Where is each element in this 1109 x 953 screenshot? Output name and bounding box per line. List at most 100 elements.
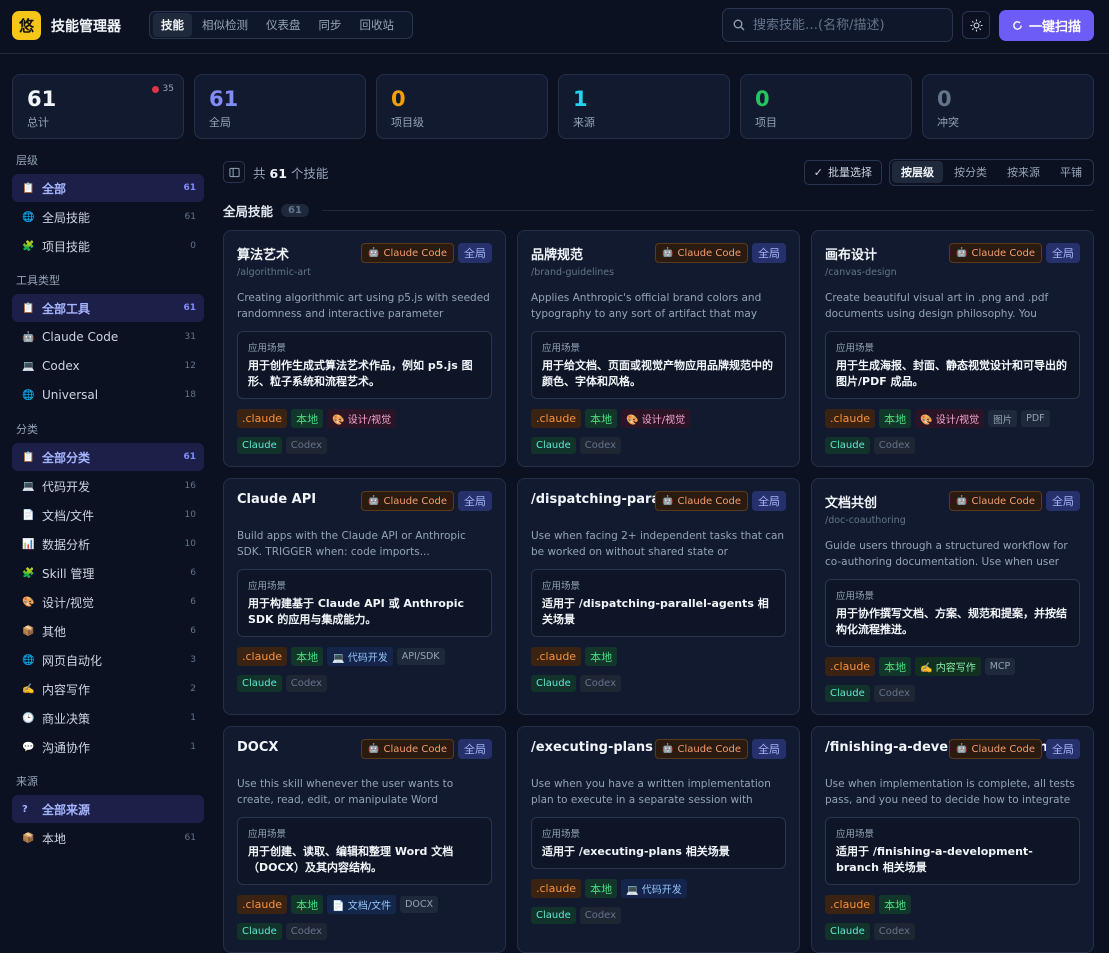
use-case-text: 用于创作生成式算法艺术作品，例如 p5.js 图形、粒子系统和流程艺术。 <box>248 359 473 388</box>
group-option[interactable]: 按来源 <box>998 161 1049 183</box>
use-case-header: 应用场景 <box>836 829 875 840</box>
sidebar-item[interactable]: 🌐 Universal 18 <box>12 381 204 409</box>
tag-row: .claude 本地 💻 代码开发 <box>531 879 786 898</box>
use-case-text: 用于创建、读取、编辑和整理 Word 文档（DOCX）及其内容结构。 <box>248 845 454 874</box>
nav-tab[interactable]: 同步 <box>311 13 350 37</box>
skill-card[interactable]: /finishing-a-development-branch 🤖 Claude C… <box>811 726 1094 953</box>
use-case-header: 应用场景 <box>248 581 287 592</box>
sidebar-item[interactable]: 💻 代码开发 16 <box>12 472 204 500</box>
skill-card[interactable]: 画布设计/canvas-design 🤖 Claude Code 全局 Create b… <box>811 230 1094 467</box>
skill-card[interactable]: DOCX 🤖 Claude Code 全局 Use this skill wheneve… <box>223 726 506 953</box>
sidebar-item-count: 61 <box>184 833 196 843</box>
sidebar-item[interactable]: 🧩 项目技能 0 <box>12 232 204 260</box>
tool-codex-chip: Codex <box>579 675 622 692</box>
tag-code: 💻 代码开发 <box>621 879 687 898</box>
sidebar-item-label: Universal <box>42 388 99 402</box>
tool-compat-row: Claude Codex <box>825 437 1080 466</box>
sidebar-item[interactable]: ? 全部来源 <box>12 795 204 823</box>
group-option[interactable]: 按分类 <box>945 161 996 183</box>
stat-value: 0 <box>755 87 770 111</box>
scan-button[interactable]: 一键扫描 <box>999 10 1094 41</box>
sidebar-item-icon: 💻 <box>22 480 35 492</box>
stat-card: 0 冲突 <box>922 74 1094 139</box>
use-case-box: 应用场景 适用于 /finishing-a-development-branch … <box>825 817 1080 885</box>
sidebar-item[interactable]: 📋 全部分类 61 <box>12 443 204 471</box>
card-slug: /canvas-design <box>825 267 897 278</box>
tool-codex-chip: Codex <box>285 437 328 454</box>
sidebar-item-label: 全部工具 <box>42 301 91 316</box>
tag-claude: .claude <box>237 409 288 428</box>
skill-card[interactable]: Claude API 🤖 Claude Code 全局 Build apps with … <box>223 478 506 715</box>
sidebar-item[interactable]: 🌐 全局技能 61 <box>12 203 204 231</box>
sidebar-item-icon: 🌐 <box>22 211 35 223</box>
sidebar-item[interactable]: 🤖 Claude Code 31 <box>12 323 204 351</box>
group-option[interactable]: 按层级 <box>892 161 943 183</box>
stat-value: 0 <box>937 87 952 111</box>
robot-icon: 🤖 <box>368 744 380 754</box>
sidebar-item[interactable]: 📄 文档/文件 10 <box>12 501 204 529</box>
use-case-text: 用于协作撰写文档、方案、规范和提案，并按结构化流程推进。 <box>836 607 1067 636</box>
sidebar-item[interactable]: 📊 数据分析 10 <box>12 530 204 558</box>
skill-count: 共 61 个技能 <box>253 163 328 182</box>
skill-card[interactable]: 文档共创/doc-coauthoring 🤖 Claude Code 全局 Guide … <box>811 478 1094 715</box>
sidebar-item-label: 全部来源 <box>42 802 91 817</box>
sidebar-item[interactable]: 🧩 Skill 管理 6 <box>12 559 204 587</box>
section-header: 全局技能 61 <box>223 200 1094 220</box>
tag-local: 本地 <box>879 409 912 428</box>
scope-badge: 全局 <box>458 739 492 759</box>
collapse-sidebar-button[interactable] <box>223 161 245 183</box>
use-case-box: 应用场景 适用于 /executing-plans 相关场景 <box>531 817 786 869</box>
stat-label: 总计 <box>27 116 49 129</box>
source-badge: 🤖 Claude Code <box>361 491 454 511</box>
sidebar-item[interactable]: 🌐 网页自动化 3 <box>12 646 204 674</box>
sidebar-item[interactable]: 📋 全部工具 61 <box>12 294 204 322</box>
scope-badge: 全局 <box>1046 243 1080 263</box>
skill-card[interactable]: 品牌规范/brand-guidelines 🤖 Claude Code 全局 Appli… <box>517 230 800 467</box>
tool-codex-chip: Codex <box>873 923 916 940</box>
source-badge: 🤖 Claude Code <box>949 243 1042 263</box>
skill-card[interactable]: /dispatching-parallel-agents 🤖 Claude Code… <box>517 478 800 715</box>
skill-card[interactable]: 算法艺术/algorithmic-art 🤖 Claude Code 全局 Creati… <box>223 230 506 467</box>
sidebar-item-count: 1 <box>190 742 196 752</box>
stat-value: 0 <box>391 87 406 111</box>
sidebar-item-icon: 📊 <box>22 538 35 550</box>
nav-tab[interactable]: 相似检测 <box>194 13 256 37</box>
nav-tab[interactable]: 技能 <box>153 13 192 37</box>
source-badge: 🤖 Claude Code <box>655 739 748 759</box>
source-badge-label: Claude Code <box>383 495 447 507</box>
use-case-text: 适用于 /dispatching-parallel-agents 相关场景 <box>542 597 769 626</box>
app-title: 技能管理器 <box>51 19 121 35</box>
sidebar-item-label: 商业决策 <box>42 711 91 726</box>
sidebar-item[interactable]: ✍️ 内容写作 2 <box>12 675 204 703</box>
search-input[interactable] <box>753 17 943 33</box>
nav-tab[interactable]: 仪表盘 <box>258 13 309 37</box>
sidebar-item[interactable]: 🕒 商业决策 1 <box>12 704 204 732</box>
tool-compat-row: Claude Codex <box>237 923 492 952</box>
sidebar-item-count: 0 <box>190 241 196 251</box>
sidebar-group: 📋 全部分类 61 💻 代码开发 16 📄 文档/文件 10 📊 数据分析 10 🧩 Skill 管理 6 🎨… <box>12 443 204 761</box>
tag-claude: .claude <box>531 647 582 666</box>
sidebar-item[interactable]: 🎨 设计/视觉 6 <box>12 588 204 616</box>
sidebar-item-icon: 💬 <box>22 741 35 753</box>
stat-card: 61 总计 35 <box>12 74 184 139</box>
sidebar-item[interactable]: 📋 全部 61 <box>12 174 204 202</box>
sidebar-group: 📋 全部 61 🌐 全局技能 61 🧩 项目技能 0 <box>12 174 204 260</box>
theme-toggle-button[interactable] <box>962 11 990 39</box>
use-case-text: 用于构建基于 Claude API 或 Anthropic SDK 的应用与集成… <box>248 597 464 626</box>
sidebar-item[interactable]: 💻 Codex 12 <box>12 352 204 380</box>
section-title: 全局技能 <box>223 203 274 219</box>
sidebar-item-label: Codex <box>42 359 80 373</box>
sidebar-item-label: Claude Code <box>42 330 119 344</box>
use-case-header: 应用场景 <box>542 343 581 354</box>
sidebar-item[interactable]: 📦 其他 6 <box>12 617 204 645</box>
sidebar-item[interactable]: 💬 沟通协作 1 <box>12 733 204 761</box>
skill-card[interactable]: /executing-plans 🤖 Claude Code 全局 Use when y… <box>517 726 800 953</box>
sidebar-item[interactable]: 📦 本地 61 <box>12 824 204 852</box>
batch-select-button[interactable]: ✓ 批量选择 <box>803 159 882 185</box>
source-badge-label: Claude Code <box>383 247 447 259</box>
tag-row: .claude 本地 💻 代码开发 API/SDK <box>237 647 492 666</box>
skill-grid: 算法艺术/algorithmic-art 🤖 Claude Code 全局 Creati… <box>223 230 1094 953</box>
group-option[interactable]: 平铺 <box>1051 161 1091 183</box>
nav-tab[interactable]: 回收站 <box>352 13 403 37</box>
tool-compat-row: Claude Codex <box>825 923 1080 952</box>
